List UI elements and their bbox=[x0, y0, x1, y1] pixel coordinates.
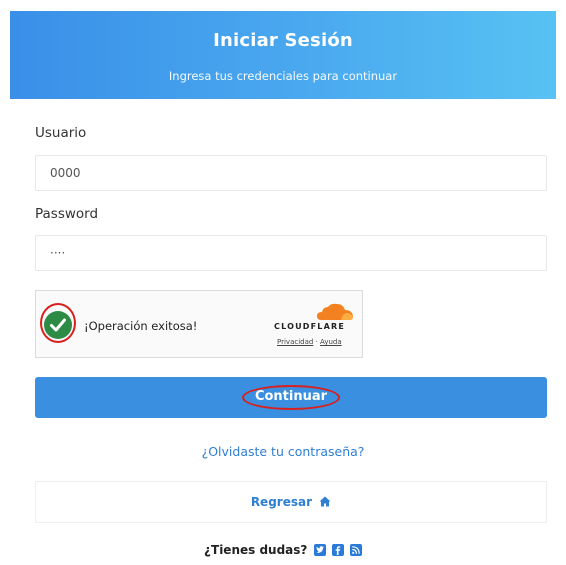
page-subtitle: Ingresa tus credenciales para continuar bbox=[168, 69, 398, 83]
help-footer: ¿Tienes dudas? bbox=[0, 543, 566, 557]
home-icon bbox=[319, 496, 331, 510]
help-link[interactable]: Ayuda bbox=[320, 338, 342, 346]
twitter-icon[interactable] bbox=[313, 544, 326, 556]
username-field[interactable] bbox=[35, 155, 547, 191]
username-label: Usuario bbox=[35, 125, 87, 141]
captcha-widget[interactable]: ¡Operación exitosa! CLOUDFLARE Privacida… bbox=[35, 290, 363, 358]
page-title: Iniciar Sesión bbox=[213, 30, 353, 51]
continue-button[interactable]: Continuar bbox=[35, 377, 547, 418]
username-input[interactable] bbox=[36, 156, 546, 190]
back-panel: Regresar bbox=[35, 481, 547, 523]
captcha-links: Privacidad · Ayuda bbox=[277, 338, 342, 346]
help-question: ¿Tienes dudas? bbox=[204, 543, 308, 557]
login-header: Iniciar Sesión Ingresa tus credenciales … bbox=[10, 11, 556, 99]
login-page: Iniciar Sesión Ingresa tus credenciales … bbox=[0, 0, 566, 565]
highlight-circle bbox=[40, 303, 76, 343]
privacy-link[interactable]: Privacidad bbox=[277, 338, 313, 346]
forgot-password-link[interactable]: ¿Olvidaste tu contraseña? bbox=[0, 444, 566, 459]
cloudflare-logo-text: CLOUDFLARE bbox=[274, 322, 345, 331]
password-label: Password bbox=[35, 206, 99, 222]
password-input[interactable] bbox=[36, 236, 546, 270]
back-link-label: Regresar bbox=[250, 495, 312, 509]
continue-button-label: Continuar bbox=[254, 389, 328, 404]
link-separator: · bbox=[315, 338, 318, 346]
captcha-status-message: ¡Operación exitosa! bbox=[84, 319, 198, 333]
rss-icon[interactable] bbox=[349, 544, 362, 556]
password-field[interactable] bbox=[35, 235, 547, 271]
facebook-icon[interactable] bbox=[331, 544, 344, 556]
back-link[interactable]: Regresar bbox=[36, 495, 546, 510]
